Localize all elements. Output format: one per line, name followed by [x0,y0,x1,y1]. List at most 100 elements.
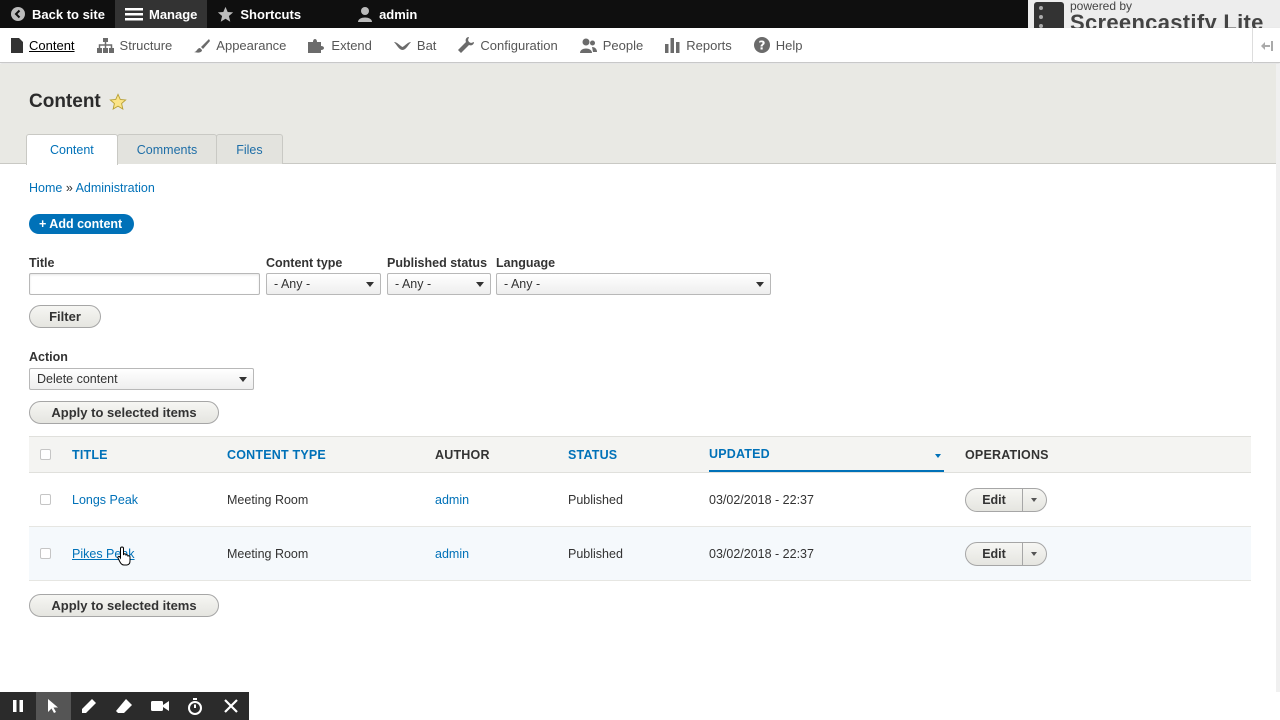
back-arrow-icon [11,7,25,21]
apply-selected-button-top[interactable]: Apply to selected items [29,401,219,424]
row-checkbox[interactable] [40,494,51,505]
pause-button[interactable] [0,692,36,720]
manage-tab[interactable]: Manage [114,0,208,28]
timer-button[interactable] [178,692,214,720]
title-filter-label: Title [29,256,55,270]
star-icon [218,6,234,22]
dropdown-caret-icon [239,377,247,382]
header-status[interactable]: STATUS [568,437,617,472]
pointer-tool-button[interactable] [35,692,71,720]
row-status: Published [568,546,623,561]
primary-tabs: Content Comments Files [26,134,283,165]
apply-selected-button-bottom[interactable]: Apply to selected items [29,594,219,617]
menu-item-extend[interactable]: Extend [297,28,382,63]
tab-comments[interactable]: Comments [116,134,218,164]
breadcrumb-home[interactable]: Home [29,181,62,195]
menu-item-label: Help [775,37,803,53]
highlighter-tool-button[interactable] [107,692,143,720]
header-updated[interactable]: UPDATED [709,437,944,472]
filter-button[interactable]: Filter [29,305,101,328]
shortcuts-tab[interactable]: Shortcuts [207,0,311,28]
row-content-type: Meeting Room [227,546,309,561]
row-title-link[interactable]: Longs Peak [72,473,138,526]
published-status-value: - Any - [395,277,432,291]
content-type-select[interactable]: - Any - [266,273,381,295]
menu-item-people[interactable]: People [569,28,654,63]
title-filter-input[interactable] [29,273,260,295]
header-title[interactable]: TITLE [72,437,108,472]
breadcrumb-administration[interactable]: Administration [76,181,155,195]
hand-cursor-icon [117,546,131,566]
action-select[interactable]: Delete content [29,368,254,390]
edit-button[interactable]: Edit [965,542,1023,566]
language-label: Language [496,256,556,270]
content-type-value: - Any - [274,277,311,291]
camera-button[interactable] [142,692,178,720]
menu-item-label: Bat [416,37,437,53]
pen-tool-button[interactable] [71,692,107,720]
arrow-left-bar-icon [1260,40,1273,51]
dropdown-caret-icon [756,282,764,287]
breadcrumb-separator: » [65,181,73,195]
menu-item-label: Reports [686,37,732,53]
cursor-icon [48,699,59,713]
menu-item-appearance[interactable]: Appearance [183,28,297,63]
language-select[interactable]: - Any - [496,273,771,295]
menu-item-label: Appearance [216,37,287,53]
page-scrollbar[interactable] [1276,64,1280,692]
content-table: TITLE CONTENT TYPE AUTHOR STATUS UPDATED… [29,436,1251,581]
table-row: Longs Peak Meeting Room admin Published … [29,473,1251,527]
user-label: admin [379,6,418,22]
row-select-cell [40,473,51,526]
pen-icon [81,699,96,713]
menu-item-content[interactable]: Content [0,28,86,63]
dropdown-caret-icon [366,282,374,287]
content-type-label: Content type [266,256,343,270]
published-status-select[interactable]: - Any - [387,273,491,295]
operations-toggle[interactable] [1023,542,1047,566]
menu-item-structure[interactable]: Structure [86,28,184,63]
admin-menu-tray: Content Structure Appearance Extend Bat … [0,28,1280,63]
back-to-site-label: Back to site [32,6,105,22]
select-all-checkbox[interactable] [40,449,51,460]
header-content-type[interactable]: CONTENT TYPE [227,437,326,472]
tab-files[interactable]: Files [216,134,283,164]
row-author-link[interactable]: admin [435,473,469,526]
close-recorder-button[interactable] [213,692,249,720]
page-title-text: Content [29,91,101,112]
menu-item-configuration[interactable]: Configuration [447,28,568,63]
close-icon [223,699,238,713]
operations-toggle[interactable] [1023,488,1047,512]
row-checkbox[interactable] [40,548,51,559]
user-icon [358,6,373,22]
table-row: Pikes Peak Meeting Room admin Published … [29,527,1251,581]
table-header: TITLE CONTENT TYPE AUTHOR STATUS UPDATED… [29,436,1251,473]
wrench-icon [458,37,475,53]
tray-orientation-toggle[interactable] [1252,28,1280,63]
header-author: AUTHOR [435,447,490,462]
back-to-site-link[interactable]: Back to site [0,0,115,28]
breadcrumb: Home » Administration [29,181,155,195]
add-content-button[interactable]: + Add content [29,214,135,234]
edit-button[interactable]: Edit [965,488,1023,512]
row-status: Published [568,492,623,507]
paintbrush-icon [194,38,211,53]
action-label: Action [29,350,68,364]
row-updated: 03/02/2018 - 22:37 [709,492,814,507]
menu-item-label: Extend [331,37,372,53]
structure-icon [96,37,114,53]
shortcut-star-icon[interactable] [109,93,127,111]
row-author-link[interactable]: admin [435,527,469,580]
menu-item-label: Configuration [480,37,558,53]
menu-item-label: Structure [119,37,173,53]
menu-item-help[interactable]: ? Help [743,28,814,63]
dropdown-caret-icon [476,282,484,287]
row-operations-dropbutton: Edit [965,488,1047,512]
menu-item-reports[interactable]: Reports [654,28,743,63]
file-icon [11,37,23,53]
menu-item-bat[interactable]: Bat [383,28,448,63]
bar-chart-icon [665,37,680,53]
tab-content[interactable]: Content [26,134,118,165]
select-all-cell [40,437,51,472]
user-tab[interactable]: admin [347,0,427,28]
